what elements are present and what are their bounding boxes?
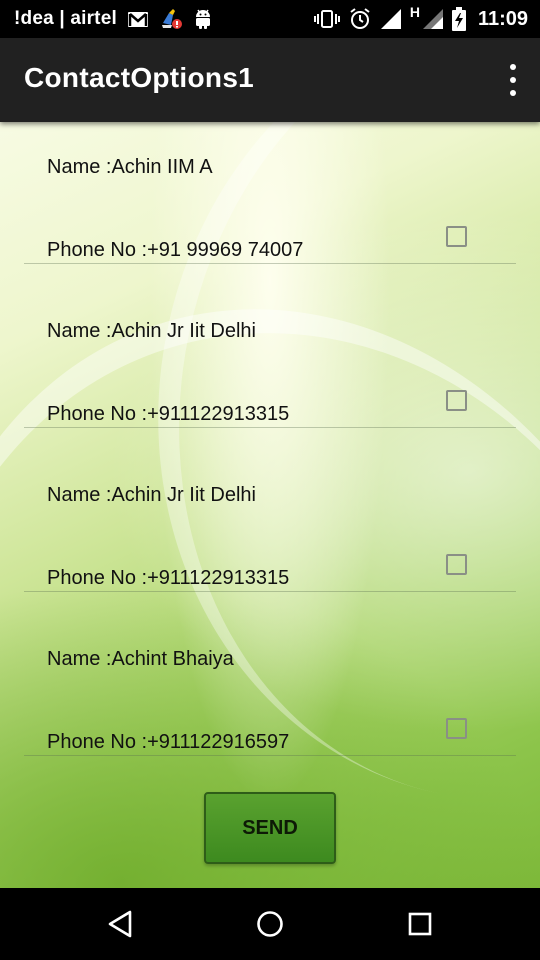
overflow-dot (510, 77, 516, 83)
cleaner-alert-icon (159, 7, 183, 31)
divider (24, 427, 516, 428)
contact-checkbox[interactable] (446, 554, 467, 575)
contact-name: Name :Achin Jr Iit Delhi (47, 484, 256, 506)
navigation-bar (0, 888, 540, 960)
send-button[interactable]: SEND (204, 792, 336, 864)
list-item: Name :Achin Jr Iit Delhi Phone No :+9111… (0, 286, 540, 450)
app-title: ContactOptions1 (24, 62, 255, 93)
contact-name: Name :Achint Bhaiya (47, 648, 234, 670)
alarm-icon (348, 7, 372, 31)
overflow-dot (510, 64, 516, 70)
action-bar: ContactOptions1 (0, 38, 540, 122)
home-circle-icon[interactable] (250, 904, 290, 944)
battery-charging-icon (451, 7, 466, 31)
clock: 11:09 (477, 7, 528, 30)
contact-checkbox[interactable] (446, 718, 467, 739)
contact-phone: Phone No :+911122913315 (47, 567, 290, 589)
screen: !dea | airtel H 11:09 ContactOptions1 Na… (0, 0, 540, 960)
android-icon (193, 8, 213, 30)
vibrate-icon (313, 9, 340, 29)
divider (24, 591, 516, 592)
contact-checkbox[interactable] (446, 226, 467, 247)
network-type-label: H (409, 4, 420, 20)
contact-phone: Phone No :+91 99969 74007 (47, 239, 304, 261)
contact-phone: Phone No :+911122913315 (47, 403, 290, 425)
gmail-icon (127, 11, 149, 28)
divider (24, 755, 516, 756)
list-item: Name :Achint Bhaiya Phone No :+911122916… (0, 614, 540, 778)
status-right: H 11:09 (306, 0, 528, 38)
more-vert-icon[interactable] (506, 64, 520, 96)
signal-icon-2 (422, 8, 444, 30)
carrier-label: !dea | airtel (14, 8, 117, 29)
divider (24, 263, 516, 264)
content-area: Name :Achin IIM A Phone No :+91 99969 74… (0, 122, 540, 888)
contact-checkbox[interactable] (446, 390, 467, 411)
status-left: !dea | airtel (0, 0, 213, 38)
list-item: Name :Achin Jr Iit Delhi Phone No :+9111… (0, 450, 540, 614)
contact-phone: Phone No :+911122916597 (47, 731, 290, 753)
status-bar: !dea | airtel H 11:09 (0, 0, 540, 38)
signal-icon (380, 8, 402, 30)
recents-square-icon[interactable] (400, 904, 440, 944)
back-triangle-icon[interactable] (100, 904, 140, 944)
contact-name: Name :Achin IIM A (47, 156, 213, 178)
list-item: Name :Achin IIM A Phone No :+91 99969 74… (0, 122, 540, 286)
contact-name: Name :Achin Jr Iit Delhi (47, 320, 256, 342)
overflow-dot (510, 90, 516, 96)
contact-list: Name :Achin IIM A Phone No :+91 99969 74… (0, 122, 540, 778)
